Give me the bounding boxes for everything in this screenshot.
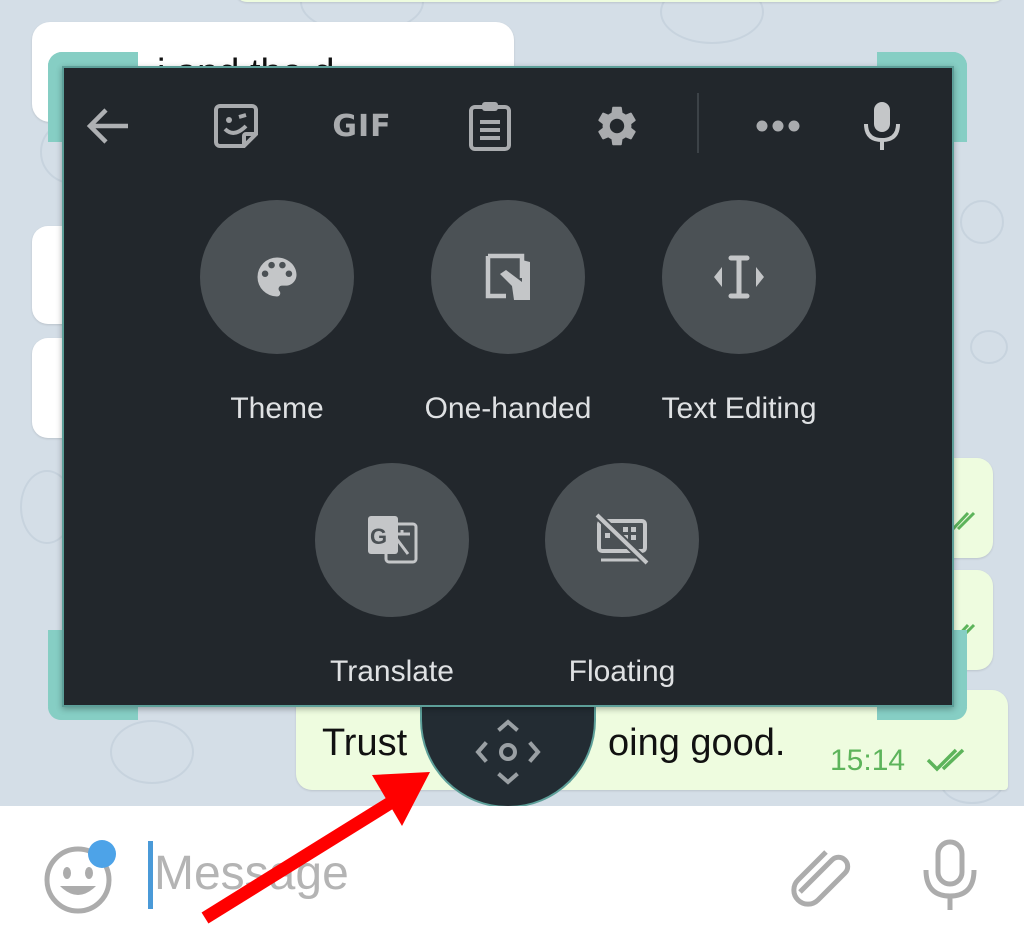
- more-button[interactable]: [748, 96, 808, 156]
- gif-button[interactable]: GIF: [326, 96, 398, 156]
- move-icon: [475, 719, 541, 785]
- feature-label: Floating: [568, 655, 676, 688]
- one-handed-icon: [485, 253, 530, 300]
- feature-one-handed[interactable]: One-handed: [393, 200, 623, 426]
- message-text-start: Trust: [322, 722, 408, 764]
- feature-circle: [662, 200, 816, 354]
- resize-handle-bottom-left[interactable]: [48, 707, 138, 720]
- feature-theme[interactable]: Theme: [162, 200, 392, 426]
- palette-icon: [257, 257, 297, 297]
- read-checks-icon: [926, 748, 965, 772]
- sticker-icon: [214, 104, 258, 148]
- clipboard-icon: [469, 102, 511, 151]
- back-button[interactable]: [78, 96, 138, 156]
- resize-handle-bottom-right[interactable]: [877, 707, 967, 720]
- sticker-button[interactable]: [206, 96, 266, 156]
- gif-label: GIF: [332, 108, 392, 144]
- paperclip-icon: [791, 850, 851, 907]
- message-input[interactable]: [154, 846, 654, 901]
- feature-label: Text Editing: [661, 392, 817, 425]
- clipboard-button[interactable]: [460, 96, 520, 156]
- settings-button[interactable]: [587, 96, 647, 156]
- background-doodle: [970, 330, 1008, 364]
- text-caret: [148, 841, 153, 909]
- feature-floating[interactable]: Floating: [507, 463, 737, 689]
- feature-label: Translate: [330, 655, 454, 688]
- background-doodle: [960, 200, 1004, 244]
- feature-circle: [545, 463, 699, 617]
- arrow-left-icon: [86, 108, 128, 144]
- background-doodle: [110, 720, 194, 784]
- voice-input-button[interactable]: [852, 96, 912, 156]
- mic-icon: [864, 102, 900, 150]
- toolbar-divider: [697, 93, 699, 153]
- background-doodle: [660, 0, 764, 44]
- translate-icon: G: [368, 516, 418, 564]
- feature-circle: G: [315, 463, 469, 617]
- resize-handle-top-left[interactable]: [48, 52, 62, 142]
- message-bubble-outgoing[interactable]: [235, 0, 1005, 2]
- message-time: 15:14: [830, 744, 906, 777]
- feature-label: Theme: [230, 392, 324, 425]
- text-cursor-icon: [714, 255, 764, 299]
- feature-circle: [200, 200, 354, 354]
- mic-icon: [923, 839, 977, 910]
- more-horizontal-icon: [756, 120, 800, 132]
- resize-handle-top-right[interactable]: [953, 52, 967, 142]
- feature-circle: [431, 200, 585, 354]
- svg-text:G: G: [370, 524, 387, 549]
- message-text-end: oing good.: [608, 722, 786, 764]
- feature-text-editing[interactable]: Text Editing: [624, 200, 854, 426]
- gear-icon: [598, 106, 636, 146]
- emoji-notification-dot: [88, 840, 116, 868]
- feature-label: One-handed: [424, 392, 592, 425]
- voice-message-button[interactable]: [918, 838, 982, 914]
- attach-button[interactable]: [782, 838, 854, 910]
- feature-translate[interactable]: G Translate: [277, 463, 507, 689]
- floating-keyboard-off-icon: [594, 513, 650, 566]
